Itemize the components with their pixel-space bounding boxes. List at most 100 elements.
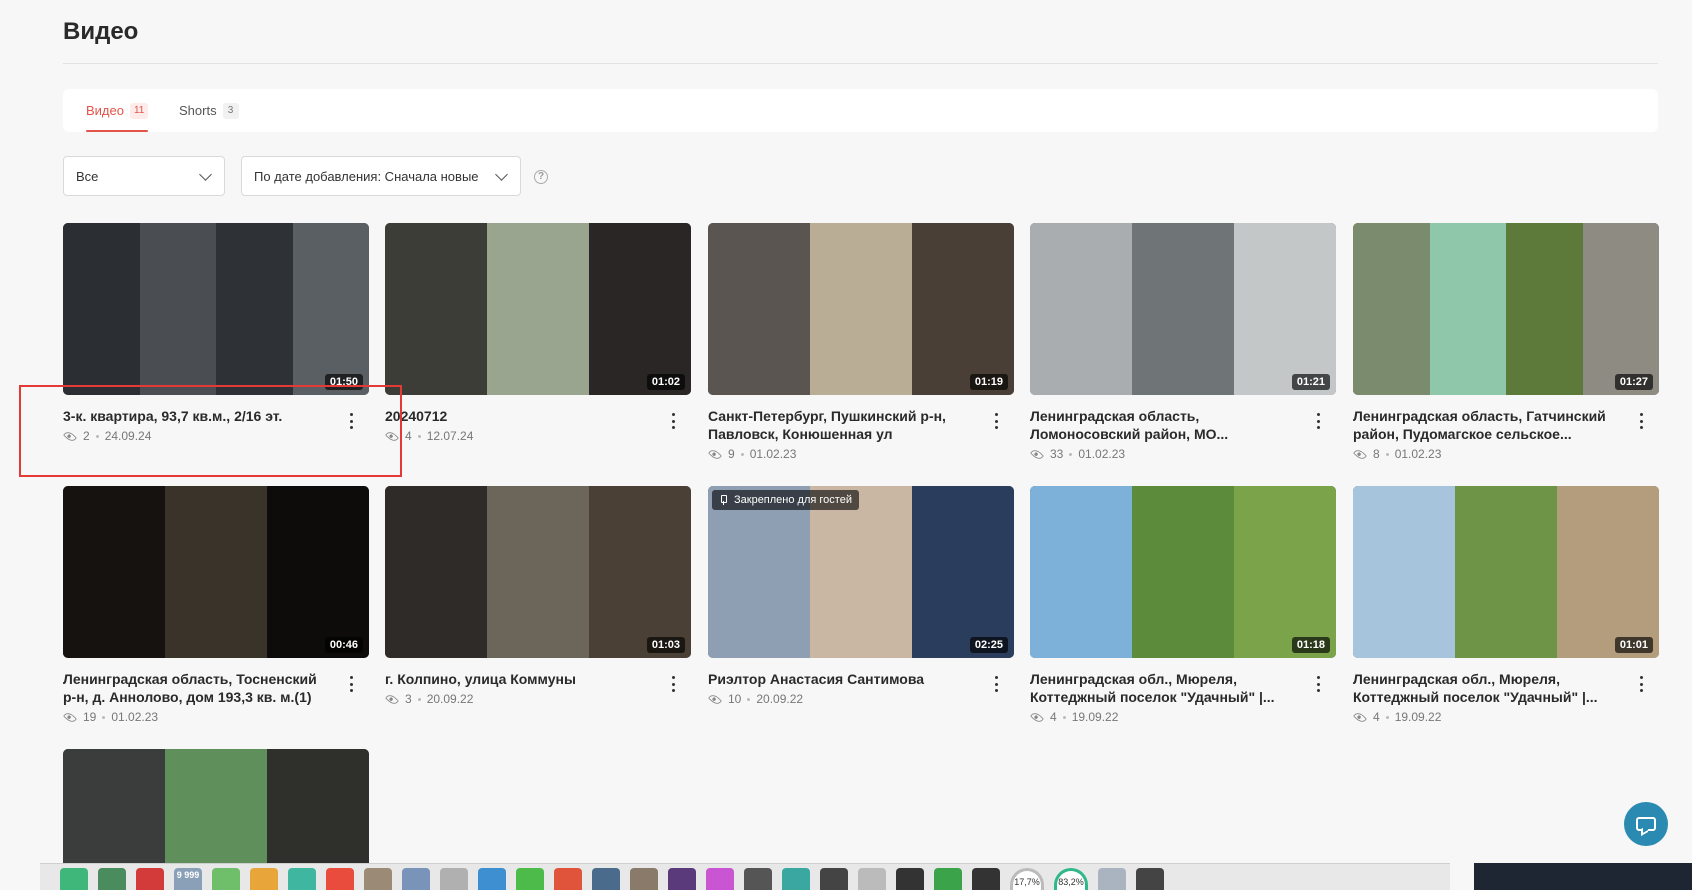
taskbar-app-icon[interactable]	[212, 868, 240, 890]
more-options-button[interactable]	[1635, 411, 1647, 431]
video-title[interactable]: Риэлтор Анастасия Сантимова	[708, 670, 978, 688]
more-options-button[interactable]	[1312, 674, 1324, 694]
sort-select[interactable]: По дате добавления: Сначала новые	[241, 156, 521, 196]
taskbar-app-icon[interactable]	[592, 868, 620, 890]
video-card[interactable]: 01:01 Ленинградская обл., Мюреля, Коттедж…	[1353, 486, 1659, 724]
thumbnail-segment	[165, 486, 269, 658]
more-options-button[interactable]	[667, 674, 679, 694]
taskbar-app-icon[interactable]	[136, 868, 164, 890]
thumbnail-segment	[487, 486, 591, 658]
type-filter-select[interactable]: Все	[63, 156, 225, 196]
thumbnail-segment	[385, 486, 489, 658]
more-options-button[interactable]	[1635, 674, 1647, 694]
video-title[interactable]: Ленинградская обл., Мюреля, Коттеджный п…	[1353, 670, 1623, 706]
thumbnail-segment	[708, 223, 812, 395]
more-dot	[994, 413, 998, 416]
video-thumbnail[interactable]: 01:21	[1030, 223, 1336, 395]
chrome-icon[interactable]	[326, 868, 354, 890]
thumbnail-segment	[1132, 486, 1236, 658]
download-icon[interactable]	[934, 868, 962, 890]
video-thumbnail[interactable]: 01:02	[385, 223, 691, 395]
more-options-button[interactable]	[990, 674, 1002, 694]
eye-icon	[708, 447, 722, 461]
more-dot	[1639, 419, 1643, 423]
video-title[interactable]: Ленинградская обл., Мюреля, Коттеджный п…	[1030, 670, 1300, 706]
thumbnail-segment	[267, 486, 369, 658]
video-card[interactable]: 00:46 Ленинградская область, Тосненский р…	[63, 486, 369, 724]
video-duration: 01:19	[969, 374, 1008, 390]
eye-icon	[1353, 710, 1367, 724]
help-icon[interactable]: ?	[534, 170, 548, 184]
taskbar-app-icon[interactable]	[668, 868, 696, 890]
separator-dot	[417, 434, 421, 438]
video-thumbnail[interactable]: 01:01	[1353, 486, 1659, 658]
video-card[interactable]: Закреплено для гостей 02:25 Риэлтор Анаста…	[708, 486, 1014, 706]
gear-icon[interactable]	[402, 868, 430, 890]
taskbar-app-icon[interactable]	[440, 868, 468, 890]
memory-usage-indicator: 83,2%	[1054, 868, 1088, 890]
video-meta: 4 19.09.22	[1030, 710, 1336, 724]
tab-shorts-count: 3	[222, 102, 239, 119]
terminal-icon[interactable]	[896, 868, 924, 890]
video-thumbnail[interactable]: 01:19	[708, 223, 1014, 395]
video-card[interactable]: 01:19 Санкт-Петербург, Пушкинский р-н, Па…	[708, 223, 1014, 461]
taskbar-app-icon[interactable]	[364, 868, 392, 890]
more-options-button[interactable]	[667, 411, 679, 431]
eye-icon	[1030, 447, 1044, 461]
view-count: 9	[728, 447, 735, 461]
video-card[interactable]: 01:03 г. Колпино, улица Коммуны 3 20.09.22	[385, 486, 691, 706]
video-card[interactable]: 01:18 Ленинградская обл., Мюреля, Коттедж…	[1030, 486, 1336, 724]
taskbar-app-icon[interactable]	[288, 868, 316, 890]
video-thumbnail[interactable]: 01:50	[63, 223, 369, 395]
upload-date: 01.02.23	[111, 710, 159, 724]
thumbnail-segment	[912, 486, 1014, 658]
video-card[interactable]: 01:27 Ленинградская область, Гатчинский р…	[1353, 223, 1659, 461]
taskbar-badge-icon[interactable]: 9 999	[174, 868, 202, 890]
eye-icon	[1030, 710, 1044, 724]
thumbnail-segment	[810, 486, 914, 658]
tab-shorts[interactable]: Shorts 3	[179, 89, 239, 132]
cloud-icon[interactable]	[1098, 868, 1126, 890]
taskbar-app-icon[interactable]	[782, 868, 810, 890]
pinned-badge: Закреплено для гостей	[712, 490, 859, 510]
taskbar-app-icon[interactable]	[478, 868, 506, 890]
more-dot	[1639, 413, 1643, 416]
taskbar-app-icon[interactable]	[706, 868, 734, 890]
taskbar-app-icon[interactable]	[60, 868, 88, 890]
taskbar-app-icon[interactable]	[554, 868, 582, 890]
support-chat-button[interactable]	[1624, 802, 1668, 846]
video-title[interactable]: Ленинградская область, Ломоносовский рай…	[1030, 407, 1300, 443]
video-title[interactable]: Санкт-Петербург, Пушкинский р-н, Павловс…	[708, 407, 978, 443]
taskbar-app-icon[interactable]	[820, 868, 848, 890]
video-title[interactable]: Ленинградская область, Гатчинский район,…	[1353, 407, 1623, 443]
taskbar-app-icon[interactable]	[858, 868, 886, 890]
pin-icon	[718, 495, 728, 505]
video-thumbnail[interactable]: 01:27	[1353, 223, 1659, 395]
taskbar-app-icon[interactable]	[250, 868, 278, 890]
trash-icon[interactable]	[1136, 868, 1164, 890]
taskbar-app-icon[interactable]	[630, 868, 658, 890]
video-meta: 8 01.02.23	[1353, 447, 1659, 461]
more-options-button[interactable]	[345, 674, 357, 694]
more-dot	[994, 426, 998, 429]
video-thumbnail[interactable]: 01:03	[385, 486, 691, 658]
video-title[interactable]: 20240712	[385, 407, 655, 425]
folder-icon[interactable]	[972, 868, 1000, 890]
taskbar-app-icon[interactable]	[744, 868, 772, 890]
more-options-button[interactable]	[990, 411, 1002, 431]
video-thumbnail[interactable]: 00:46	[63, 486, 369, 658]
tab-video[interactable]: Видео 11	[86, 89, 149, 132]
thumbnail-segment	[1353, 486, 1457, 658]
thumbnail-segment	[589, 223, 691, 395]
video-thumbnail[interactable]: 01:18	[1030, 486, 1336, 658]
video-title[interactable]: Ленинградская область, Тосненский р-н, д…	[63, 670, 333, 706]
page-title: Видео	[63, 18, 139, 45]
video-thumbnail[interactable]: Закреплено для гостей 02:25	[708, 486, 1014, 658]
video-meta: 4 12.07.24	[385, 429, 691, 443]
video-title[interactable]: г. Колпино, улица Коммуны	[385, 670, 655, 688]
taskbar-app-icon[interactable]	[98, 868, 126, 890]
video-card[interactable]: 01:02 20240712 4 12.07.24	[385, 223, 691, 443]
more-options-button[interactable]	[1312, 411, 1324, 431]
video-card[interactable]: 01:21 Ленинградская область, Ломоносовски…	[1030, 223, 1336, 461]
taskbar-app-icon[interactable]	[516, 868, 544, 890]
